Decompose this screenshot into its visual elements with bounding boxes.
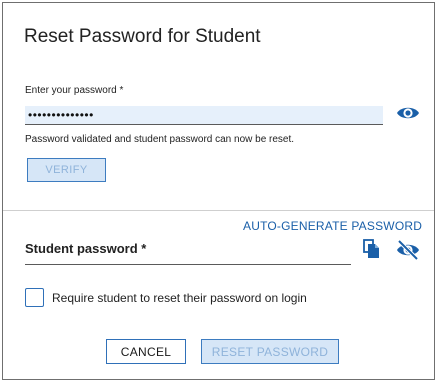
eye-off-icon: [397, 239, 419, 261]
your-password-label: Enter your password *: [25, 85, 124, 96]
cancel-button[interactable]: CANCEL: [106, 339, 186, 364]
copy-password-button[interactable]: [363, 239, 381, 259]
student-password-label: Student password *: [25, 241, 147, 256]
reset-password-button[interactable]: RESET PASSWORD: [201, 339, 339, 364]
eye-icon: [397, 107, 419, 119]
validation-message: Password validated and student password …: [25, 134, 295, 145]
student-password-field[interactable]: Student password *: [25, 241, 351, 265]
copy-icon: [363, 239, 379, 258]
require-reset-label: Require student to reset their password …: [52, 291, 307, 305]
auto-generate-password-link[interactable]: AUTO-GENERATE PASSWORD: [243, 219, 422, 233]
toggle-student-password-visibility-button[interactable]: [396, 239, 420, 261]
require-reset-checkbox[interactable]: [25, 288, 44, 307]
show-password-button[interactable]: [396, 104, 420, 122]
section-divider: [3, 210, 434, 211]
verify-button[interactable]: VERIFY: [27, 158, 106, 182]
reset-password-dialog: Reset Password for Student Enter your pa…: [2, 2, 435, 380]
dialog-title: Reset Password for Student: [24, 26, 261, 47]
your-password-input[interactable]: [25, 106, 383, 125]
